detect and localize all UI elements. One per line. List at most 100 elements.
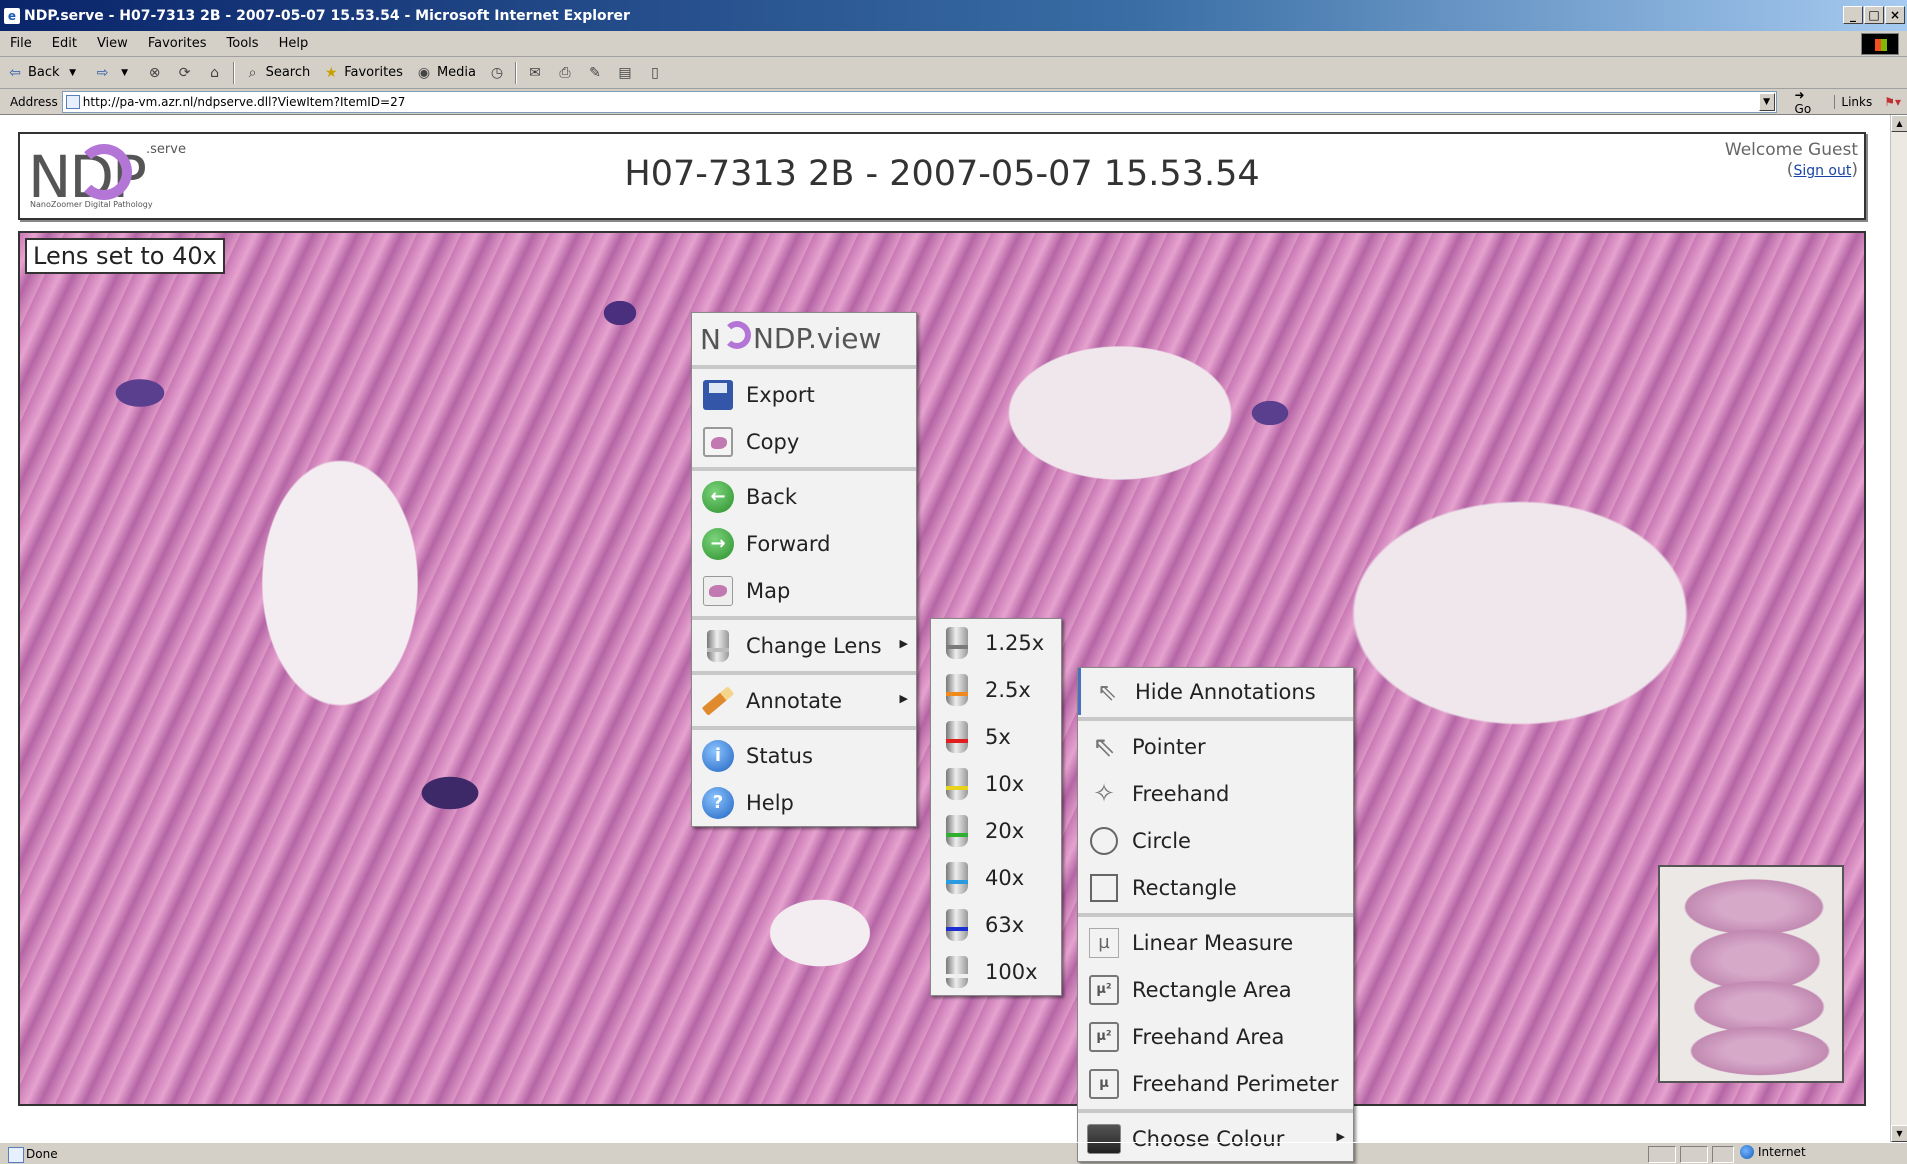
minimize-button[interactable]: _ bbox=[1843, 6, 1863, 24]
media-button[interactable]: ◉ Media bbox=[409, 60, 482, 86]
media-icon: ◉ bbox=[417, 64, 431, 81]
menu-item-back[interactable]: ← Back bbox=[692, 473, 916, 520]
print-button[interactable]: ⎙ bbox=[550, 60, 580, 86]
lens-option[interactable]: 20x bbox=[931, 807, 1061, 854]
welcome-area: Welcome Guest (Sign out) bbox=[1724, 140, 1858, 180]
objective-lens-icon bbox=[939, 907, 975, 943]
objective-lens-icon bbox=[939, 954, 975, 990]
discuss-button[interactable]: ▤ bbox=[610, 60, 640, 86]
print-icon: ⎙ bbox=[559, 64, 571, 81]
menu-item-label: Help bbox=[746, 790, 794, 815]
home-button[interactable]: ⌂ bbox=[200, 60, 230, 86]
menu-item-freehand[interactable]: ✧ Freehand bbox=[1078, 770, 1353, 817]
media-label: Media bbox=[436, 65, 477, 80]
forward-arrow-icon: → bbox=[700, 526, 736, 562]
close-button[interactable]: × bbox=[1885, 6, 1905, 24]
favorites-label: Favorites bbox=[344, 65, 403, 80]
menu-view[interactable]: View bbox=[87, 36, 138, 51]
mail-button[interactable]: ✉ bbox=[520, 60, 550, 86]
links-button[interactable]: Links bbox=[1834, 94, 1878, 109]
dropdown-arrow-icon[interactable]: ▼ bbox=[116, 64, 134, 82]
menu-item-map[interactable]: Map bbox=[692, 567, 916, 614]
scroll-down-icon[interactable]: ▼ bbox=[1891, 1125, 1907, 1142]
close-icon: × bbox=[1889, 8, 1901, 22]
pencil-icon bbox=[700, 683, 736, 719]
menu-item-rectangle[interactable]: Rectangle bbox=[1078, 864, 1353, 911]
lens-option[interactable]: 10x bbox=[931, 760, 1061, 807]
address-bar: Address http://pa-vm.azr.nl/ndpserve.dll… bbox=[0, 88, 1907, 116]
menu-item-circle[interactable]: Circle bbox=[1078, 817, 1353, 864]
messenger-button[interactable]: ▯ bbox=[640, 60, 670, 86]
menu-separator bbox=[692, 614, 916, 622]
edit-button[interactable]: ✎ bbox=[580, 60, 610, 86]
menu-item-freehand-area[interactable]: µ² Freehand Area bbox=[1078, 1013, 1353, 1060]
toolbar-separator bbox=[515, 61, 518, 84]
menu-item-export[interactable]: Export bbox=[692, 371, 916, 418]
lens-status-note: Lens set to 40x bbox=[25, 238, 225, 274]
submenu-arrow-icon: ▶ bbox=[899, 692, 908, 705]
menu-edit[interactable]: Edit bbox=[42, 36, 87, 51]
objective-lens-icon bbox=[939, 813, 975, 849]
menu-help[interactable]: Help bbox=[269, 36, 319, 51]
menu-item-label: Rectangle bbox=[1132, 875, 1237, 900]
menu-item-copy[interactable]: Copy bbox=[692, 418, 916, 465]
menu-item-help[interactable]: ? Help bbox=[692, 779, 916, 826]
menu-item-annotate[interactable]: Annotate ▶ bbox=[692, 677, 916, 724]
annotate-submenu: ⇖ Hide Annotations ⇖ Pointer ✧ Freehand … bbox=[1077, 667, 1354, 1162]
lens-option-label: 40x bbox=[985, 865, 1025, 890]
ie-icon: e bbox=[4, 7, 20, 24]
menu-favorites[interactable]: Favorites bbox=[138, 36, 217, 51]
search-button[interactable]: ⌕ Search bbox=[238, 60, 317, 86]
address-dropdown-icon[interactable]: ▼ bbox=[1758, 92, 1775, 111]
lens-option[interactable]: 5x bbox=[931, 713, 1061, 760]
lens-option[interactable]: 2.5x bbox=[931, 666, 1061, 713]
menu-item-status[interactable]: i Status bbox=[692, 732, 916, 779]
menu-item-label: Back bbox=[746, 484, 797, 509]
toolbar-separator bbox=[232, 61, 235, 84]
menu-item-label: Freehand bbox=[1132, 781, 1230, 806]
favorites-button[interactable]: ★ Favorites bbox=[316, 60, 409, 86]
back-button[interactable]: ⇦ Back ▼ bbox=[0, 60, 88, 86]
lens-option[interactable]: 63x bbox=[931, 901, 1061, 948]
sign-out-link[interactable]: Sign out bbox=[1793, 163, 1851, 179]
submenu-arrow-icon: ▶ bbox=[899, 637, 908, 650]
lens-option[interactable]: 1.25x bbox=[931, 619, 1061, 666]
info-icon: i bbox=[700, 738, 736, 774]
menu-item-hide-annotations[interactable]: ⇖ Hide Annotations bbox=[1078, 668, 1353, 715]
vertical-scrollbar[interactable]: ▲ ▼ bbox=[1890, 115, 1907, 1142]
search-label: Search bbox=[265, 65, 311, 80]
status-bar: Done Internet bbox=[0, 1142, 1907, 1164]
menu-separator bbox=[692, 724, 916, 732]
menu-item-label: Copy bbox=[746, 429, 800, 454]
map-icon bbox=[700, 573, 736, 609]
menu-item-change-lens[interactable]: Change Lens ▶ bbox=[692, 622, 916, 669]
back-arrow-icon: ← bbox=[700, 479, 736, 515]
freehand-icon: ✧ bbox=[1093, 778, 1115, 809]
menu-item-rectangle-area[interactable]: µ² Rectangle Area bbox=[1078, 966, 1353, 1013]
history-button[interactable]: ◷ bbox=[482, 60, 512, 86]
welcome-text: Welcome Guest bbox=[1724, 140, 1858, 160]
dropdown-arrow-icon[interactable]: ▼ bbox=[64, 64, 82, 82]
ndp-header: NDP .serve NanoZoomer Digital Pathology … bbox=[18, 132, 1866, 220]
menu-tools[interactable]: Tools bbox=[217, 36, 269, 51]
favorites-icon: ★ bbox=[324, 64, 338, 81]
menu-item-linear-measure[interactable]: µ Linear Measure bbox=[1078, 919, 1353, 966]
address-input[interactable]: http://pa-vm.azr.nl/ndpserve.dll?ViewIte… bbox=[61, 90, 1777, 113]
menu-file[interactable]: File bbox=[0, 36, 42, 51]
stop-button[interactable]: ⊗ bbox=[140, 60, 170, 86]
maximize-button[interactable]: □ bbox=[1864, 6, 1884, 24]
acrobat-icon[interactable]: ⚑▾ bbox=[1878, 95, 1907, 109]
ndp-view-logo-icon: N bbox=[700, 320, 753, 356]
scroll-up-icon[interactable]: ▲ bbox=[1891, 115, 1907, 132]
refresh-button[interactable]: ⟳ bbox=[170, 60, 200, 86]
menu-item-pointer[interactable]: ⇖ Pointer bbox=[1078, 723, 1353, 770]
menu-item-freehand-perimeter[interactable]: µ Freehand Perimeter bbox=[1078, 1060, 1353, 1107]
forward-button[interactable]: ⇨ ▼ bbox=[88, 60, 140, 86]
slide-thumbnail-map[interactable] bbox=[1658, 865, 1844, 1083]
go-button[interactable]: ➜ Go bbox=[1777, 88, 1835, 116]
menu-item-forward[interactable]: → Forward bbox=[692, 520, 916, 567]
lens-option[interactable]: 100x bbox=[931, 948, 1061, 995]
lens-option[interactable]: 40x bbox=[931, 854, 1061, 901]
freehand-area-icon: µ² bbox=[1086, 1019, 1122, 1055]
objective-lens-icon bbox=[939, 860, 975, 896]
